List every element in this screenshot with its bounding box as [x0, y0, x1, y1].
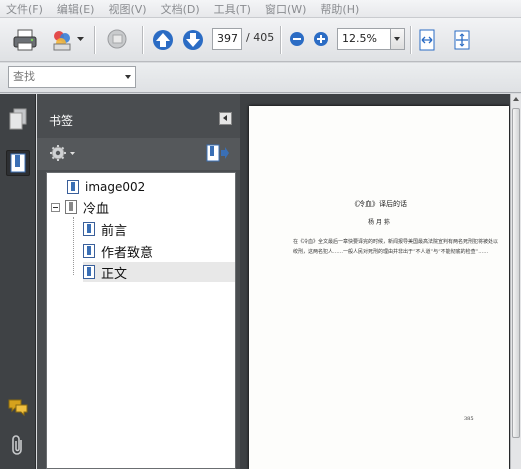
- zoom-out-icon[interactable]: [288, 30, 306, 48]
- zoom-dropdown[interactable]: [391, 28, 405, 50]
- previous-page-icon[interactable]: [150, 27, 176, 53]
- pages-panel-button[interactable]: [6, 106, 30, 132]
- zoom-level-input[interactable]: 12.5%: [337, 28, 391, 50]
- collaborate-icon[interactable]: [104, 26, 132, 54]
- document-page: 《冷血》译后的话 杨 月 荪 在《冷血》全文最后一章快要译完的时候，新闻报导美国…: [249, 106, 509, 469]
- bookmark-label: 前言: [101, 223, 128, 239]
- toolbar: 397 / 405 12.5%: [0, 18, 521, 62]
- fit-page-icon[interactable]: [450, 27, 474, 53]
- bookmark-icon: [65, 200, 77, 214]
- doc-author: 杨 月 荪: [368, 219, 390, 226]
- bookmarks-panel-button[interactable]: [6, 150, 30, 176]
- bookmark-item-preface[interactable]: 前言: [83, 219, 127, 239]
- bookmark-icon: [67, 180, 79, 194]
- create-dropdown-icon[interactable]: [76, 34, 84, 44]
- attachments-button[interactable]: [6, 432, 30, 458]
- doc-body-text: 在《冷血》全文最后一章快要译完的时候，新闻报导美国最高法院宣判有两名死刑犯将被处…: [293, 239, 499, 255]
- find-placeholder: 查找: [13, 70, 35, 83]
- menu-bar: 文件(F) 编辑(E) 视图(V) 文档(D) 工具(T) 窗口(W) 帮助(H…: [0, 0, 521, 18]
- vertical-scrollbar[interactable]: [510, 94, 521, 469]
- pages-icon: [9, 108, 27, 130]
- bookmark-label: 作者致意: [101, 245, 154, 261]
- find-toolbar: 查找: [0, 63, 521, 93]
- bookmark-item-author-note[interactable]: 作者致意: [83, 241, 153, 261]
- scroll-thumb[interactable]: [512, 108, 520, 438]
- chevron-down-icon: [394, 37, 400, 41]
- navigation-rail: [0, 94, 36, 469]
- page-total: / 405: [246, 31, 275, 44]
- collapse-panel-button[interactable]: [219, 112, 232, 125]
- page-number-input[interactable]: 397: [212, 28, 242, 50]
- comments-button[interactable]: [6, 394, 30, 420]
- print-icon[interactable]: [10, 26, 40, 54]
- bookmark-label: image002: [85, 180, 146, 194]
- collapse-toggle-icon[interactable]: [51, 202, 60, 212]
- bookmark-label: 正文: [101, 266, 128, 282]
- comment-icon: [8, 399, 28, 417]
- doc-page-number: 385: [464, 416, 474, 422]
- bookmark-item-image002[interactable]: image002: [67, 177, 145, 197]
- fit-width-icon[interactable]: [416, 27, 438, 53]
- expand-bookmark-icon[interactable]: [205, 143, 229, 166]
- bookmark-label: 冷血: [83, 201, 110, 217]
- next-page-icon[interactable]: [180, 27, 206, 53]
- bookmark-item-lengxue[interactable]: 冷血: [51, 197, 109, 217]
- menu-file[interactable]: 文件(F): [6, 1, 43, 17]
- panel-title: 书签: [49, 114, 74, 128]
- menu-tools[interactable]: 工具(T): [214, 1, 251, 17]
- menu-document[interactable]: 文档(D): [161, 1, 200, 17]
- create-pdf-icon[interactable]: [48, 26, 76, 54]
- find-input[interactable]: 查找: [8, 66, 136, 88]
- bookmark-icon: [83, 265, 95, 279]
- menu-window[interactable]: 窗口(W): [265, 1, 306, 17]
- bookmarks-tools: [37, 138, 240, 170]
- document-viewport[interactable]: 《冷血》译后的话 杨 月 荪 在《冷血》全文最后一章快要译完的时候，新闻报导美国…: [240, 94, 521, 469]
- bookmark-item-main-text[interactable]: 正文: [83, 262, 235, 282]
- doc-heading: 《冷血》译后的话: [351, 200, 407, 208]
- menu-help[interactable]: 帮助(H): [320, 1, 359, 17]
- bookmark-icon: [83, 244, 95, 258]
- bookmark-icon: [10, 153, 26, 173]
- zoom-in-icon[interactable]: [312, 30, 330, 48]
- options-gear-icon[interactable]: [49, 144, 77, 165]
- bookmark-icon: [83, 222, 95, 236]
- menu-edit[interactable]: 编辑(E): [57, 1, 95, 17]
- paperclip-icon: [12, 435, 22, 455]
- menu-view[interactable]: 视图(V): [108, 1, 146, 17]
- scroll-up-icon[interactable]: [513, 97, 519, 101]
- chevron-down-icon[interactable]: [125, 75, 131, 79]
- bookmarks-panel: 书签 image002 冷血 前言 作者致意 正文: [37, 94, 240, 469]
- bookmark-tree: image002 冷血 前言 作者致意 正文: [46, 172, 236, 469]
